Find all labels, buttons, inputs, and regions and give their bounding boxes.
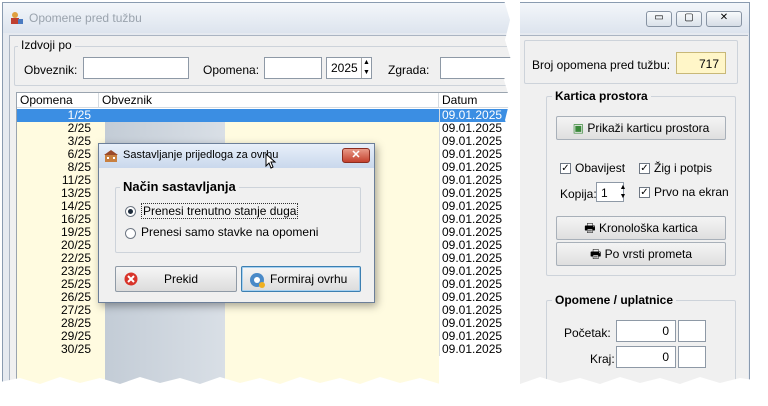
- opomena-input[interactable]: [264, 57, 322, 79]
- table-row[interactable]: 27/25 09.01.2025: [17, 304, 521, 317]
- cell-opomena: 30/25: [60, 342, 91, 356]
- dialog-title: Sastavljanje prijedloga za ovrhu: [123, 149, 279, 161]
- opomene-group-label: Opomene / uplatnice: [552, 293, 677, 307]
- kartica-group-label: Kartica prostora: [552, 89, 651, 103]
- pocetak-input[interactable]: 0: [616, 320, 676, 342]
- year-value: 2025: [331, 61, 358, 75]
- show-card-label: Prikaži karticu prostora: [587, 121, 710, 135]
- printer-icon: 🖶: [584, 221, 596, 235]
- zgrada-label: Zgrada:: [388, 63, 430, 77]
- close-icon[interactable]: ✕: [706, 11, 742, 27]
- kronoloska-label: Kronološka kartica: [598, 221, 698, 235]
- zig-checkbox[interactable]: ✓: [639, 163, 650, 174]
- kopija-label: Kopija:: [560, 187, 597, 201]
- dialog-title-bar[interactable]: Sastavljanje prijedloga za ovrhu ✕: [99, 144, 374, 168]
- card-icon: ▣: [572, 121, 584, 135]
- building-icon: [104, 150, 118, 162]
- app-icon: [11, 12, 23, 24]
- option1-radio[interactable]: [125, 206, 136, 217]
- obveznik-input[interactable]: [83, 57, 189, 79]
- window-title: Opomene pred tužbu: [29, 11, 142, 25]
- option2-radio[interactable]: [125, 228, 136, 239]
- option2-label[interactable]: Prenesi samo stavke na opomeni: [141, 225, 318, 239]
- kraj-extra[interactable]: [678, 346, 706, 368]
- method-group-label: Način sastavljanja: [120, 179, 239, 194]
- maximize-icon[interactable]: ▢: [676, 11, 702, 27]
- column-header-obveznik[interactable]: Obveznik: [99, 93, 439, 108]
- table-row[interactable]: 28/25 09.01.2025: [17, 317, 521, 330]
- formiraj-label: Formiraj ovrhu: [270, 272, 348, 286]
- mouse-cursor-icon: [265, 153, 277, 169]
- torn-edge-divider: [504, 0, 520, 406]
- minimize-icon[interactable]: ▭: [646, 11, 672, 27]
- cancel-icon: [124, 272, 138, 286]
- show-card-button[interactable]: ▣ Prikaži karticu prostora: [556, 116, 726, 140]
- opomena-label: Opomena:: [203, 63, 260, 77]
- option1-label[interactable]: Prenesi trenutno stanje duga: [141, 203, 299, 219]
- method-group: [115, 187, 361, 253]
- count-value-right: 717: [676, 52, 726, 74]
- kopija-spin-arrows-icon[interactable]: ▲ ▼: [618, 183, 628, 201]
- po-vrsti-label: Po vrsti prometa: [604, 247, 693, 261]
- pocetak-extra[interactable]: [678, 320, 706, 342]
- kraj-label: Kraj:: [590, 352, 615, 366]
- list-header: Opomena Obveznik Datum: [17, 93, 521, 108]
- filter-group-label: Izdvoji po: [18, 38, 75, 52]
- printer-icon: 🖶: [589, 247, 602, 261]
- cancel-label: Prekid: [164, 272, 199, 286]
- obavijest-checkbox[interactable]: ✓: [560, 163, 571, 174]
- cancel-button[interactable]: Prekid: [115, 266, 237, 292]
- obveznik-label: Obveznik:: [24, 63, 78, 77]
- dialog-close-button[interactable]: ✕: [342, 148, 370, 163]
- zig-label: Žig i potpis: [654, 161, 713, 175]
- po-vrsti-button[interactable]: 🖶 Po vrsti prometa: [556, 242, 726, 266]
- pocetak-label: Početak:: [564, 326, 611, 340]
- year-spin-arrows-icon[interactable]: ▲ ▼: [361, 58, 371, 78]
- obavijest-label: Obavijest: [575, 161, 626, 175]
- table-row[interactable]: 29/25 09.01.2025: [17, 330, 521, 343]
- prvo-label: Prvo na ekran: [654, 185, 729, 199]
- gears-icon: [250, 273, 265, 288]
- prvo-checkbox[interactable]: ✓: [639, 187, 650, 198]
- torn-bottom-edge: [0, 377, 768, 406]
- ovrha-dialog: Sastavljanje prijedloga za ovrhu ✕ Način…: [98, 143, 375, 303]
- right-window-part: ▭ ▢ ✕ Broj opomena pred tužbu: 717 Karti…: [520, 2, 750, 390]
- column-header-opomena[interactable]: Opomena: [17, 93, 99, 108]
- radio-selected-dot: [128, 209, 133, 214]
- table-row[interactable]: 1/25 09.01.2025: [17, 109, 521, 122]
- count-label-right: Broj opomena pred tužbu:: [532, 58, 671, 72]
- table-row[interactable]: 30/25 09.01.2025: [17, 342, 521, 356]
- kronoloska-button[interactable]: 🖶 Kronološka kartica: [556, 216, 726, 240]
- kopija-value: 1: [601, 186, 608, 200]
- formiraj-button[interactable]: Formiraj ovrhu: [241, 266, 361, 292]
- kraj-input[interactable]: 0: [616, 346, 676, 368]
- right-client: Broj opomena pred tužbu: 717 Kartica pro…: [520, 35, 748, 390]
- table-row[interactable]: 2/25 09.01.2025: [17, 122, 521, 135]
